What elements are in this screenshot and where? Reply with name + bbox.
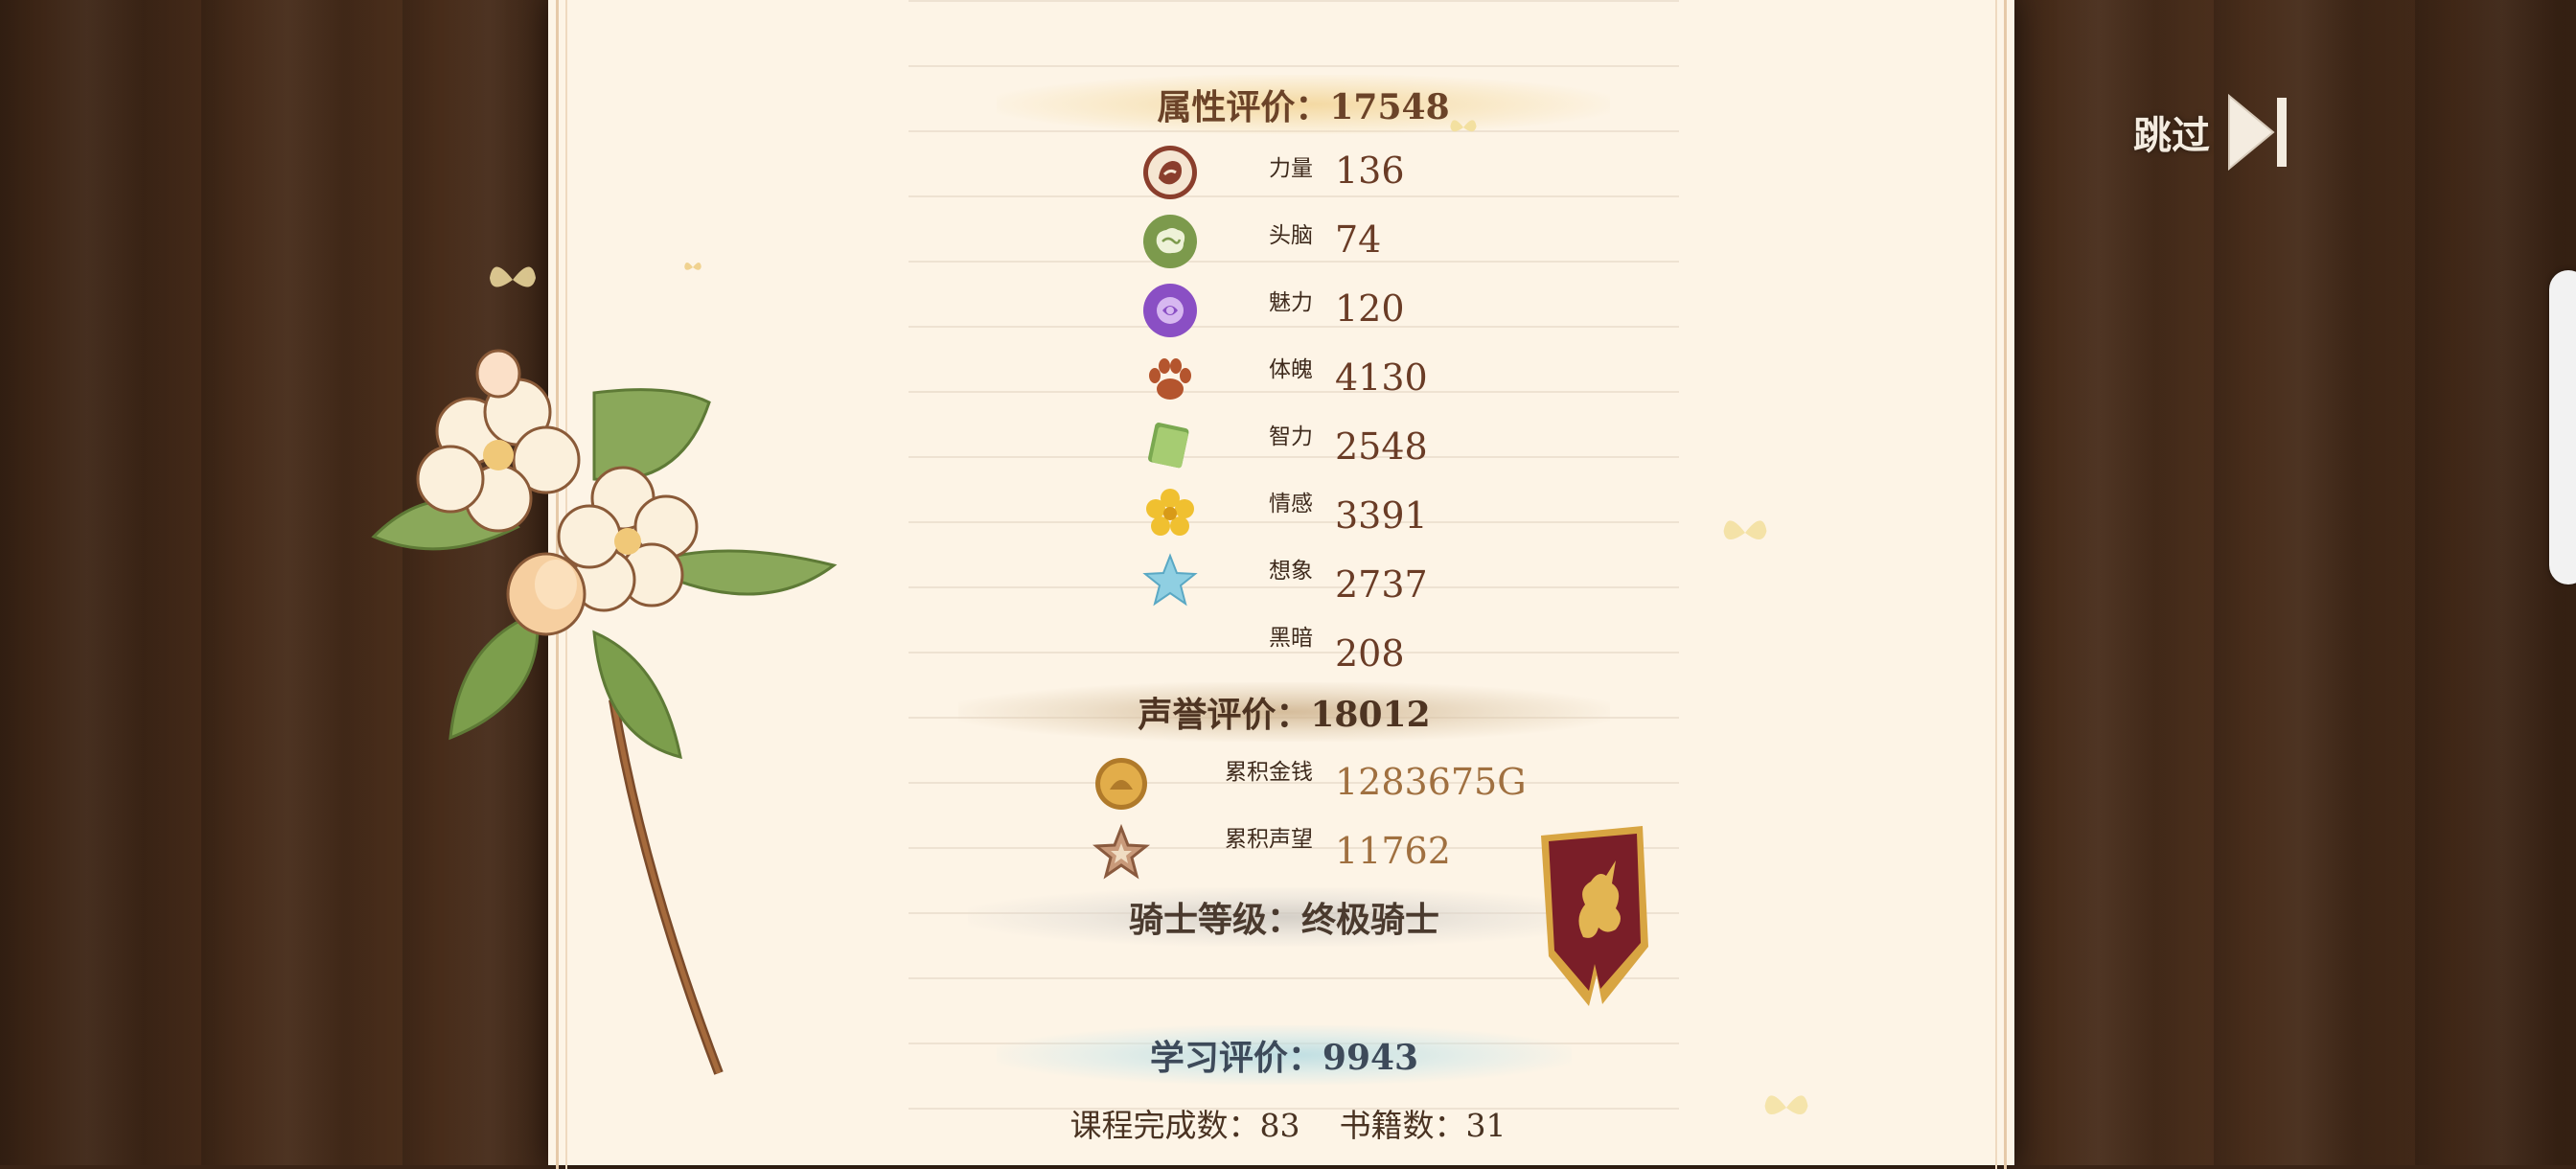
ruled-line: [908, 586, 1679, 588]
star-icon: [1142, 553, 1198, 607]
ruled-line: [908, 195, 1679, 197]
ruled-line: [908, 326, 1679, 328]
stat-value: 4130: [1335, 356, 1428, 399]
stat-value: 3391: [1335, 494, 1428, 537]
ruled-line: [908, 391, 1679, 393]
courses-completed: 课程完成数：83: [1070, 1107, 1300, 1144]
stat-label: 累积金钱: [1225, 760, 1313, 785]
skip-button[interactable]: 跳过: [2133, 94, 2290, 171]
stat-value: 2737: [1335, 563, 1428, 606]
knight-level-title: 骑士等级：终极骑士: [968, 887, 1600, 947]
ruled-line: [908, 0, 1679, 2]
reputation-rating-title: 声誉评价：18012: [958, 682, 1610, 742]
book-icon: [1148, 423, 1189, 469]
stat-value: 120: [1335, 287, 1405, 330]
fame-star-icon: [1092, 824, 1150, 880]
stat-label: 力量: [1269, 156, 1313, 181]
ruled-line: [908, 456, 1679, 458]
brain-icon: [1143, 215, 1197, 268]
stat-value: 136: [1335, 149, 1405, 192]
stat-label: 累积声望: [1225, 827, 1313, 852]
flower-branch-decoration: [371, 349, 838, 1075]
stat-label: 想象: [1269, 559, 1313, 584]
stat-label: 黑暗: [1269, 626, 1313, 651]
stat-label: 体魄: [1269, 357, 1313, 382]
stat-value: 2548: [1335, 425, 1428, 468]
stat-value: 208: [1335, 632, 1405, 675]
ruled-line: [908, 521, 1679, 523]
ruled-line: [908, 652, 1679, 653]
skip-label: 跳过: [2133, 114, 2210, 158]
butterfly-decoration: [684, 263, 702, 270]
stat-label: 魅力: [1269, 290, 1313, 315]
strength-icon: [1143, 146, 1197, 199]
study-stats: 课程完成数：83 书籍数：31: [0, 1100, 2576, 1146]
griffin-crest-icon: [1541, 826, 1648, 1006]
butterfly-decoration: [1450, 120, 1477, 132]
butterfly-decoration: [1723, 520, 1767, 540]
butterfly-decoration: [490, 266, 536, 287]
rose-icon: [1143, 284, 1197, 337]
stat-value: 74: [1335, 218, 1382, 261]
ruled-line: [908, 261, 1679, 263]
side-panel-handle[interactable]: [2549, 270, 2576, 584]
study-rating-title: 学习评价：9943: [997, 1025, 1572, 1085]
books-count: 书籍数：31: [1339, 1107, 1506, 1144]
stat-label: 头脑: [1269, 223, 1313, 248]
stat-label: 智力: [1269, 424, 1313, 449]
stat-label: 情感: [1269, 492, 1313, 516]
stat-value: 1283675G: [1335, 761, 1527, 803]
ruled-line: [908, 65, 1679, 67]
coin-icon: [1095, 758, 1147, 810]
skip-forward-icon: [2228, 94, 2287, 171]
stat-value: 11762: [1335, 830, 1451, 872]
attribute-rating-title: 属性评价：17548: [997, 75, 1610, 134]
paw-icon: [1149, 358, 1191, 400]
butterfly-decoration: [1764, 1095, 1808, 1115]
flower-icon: [1146, 489, 1194, 536]
